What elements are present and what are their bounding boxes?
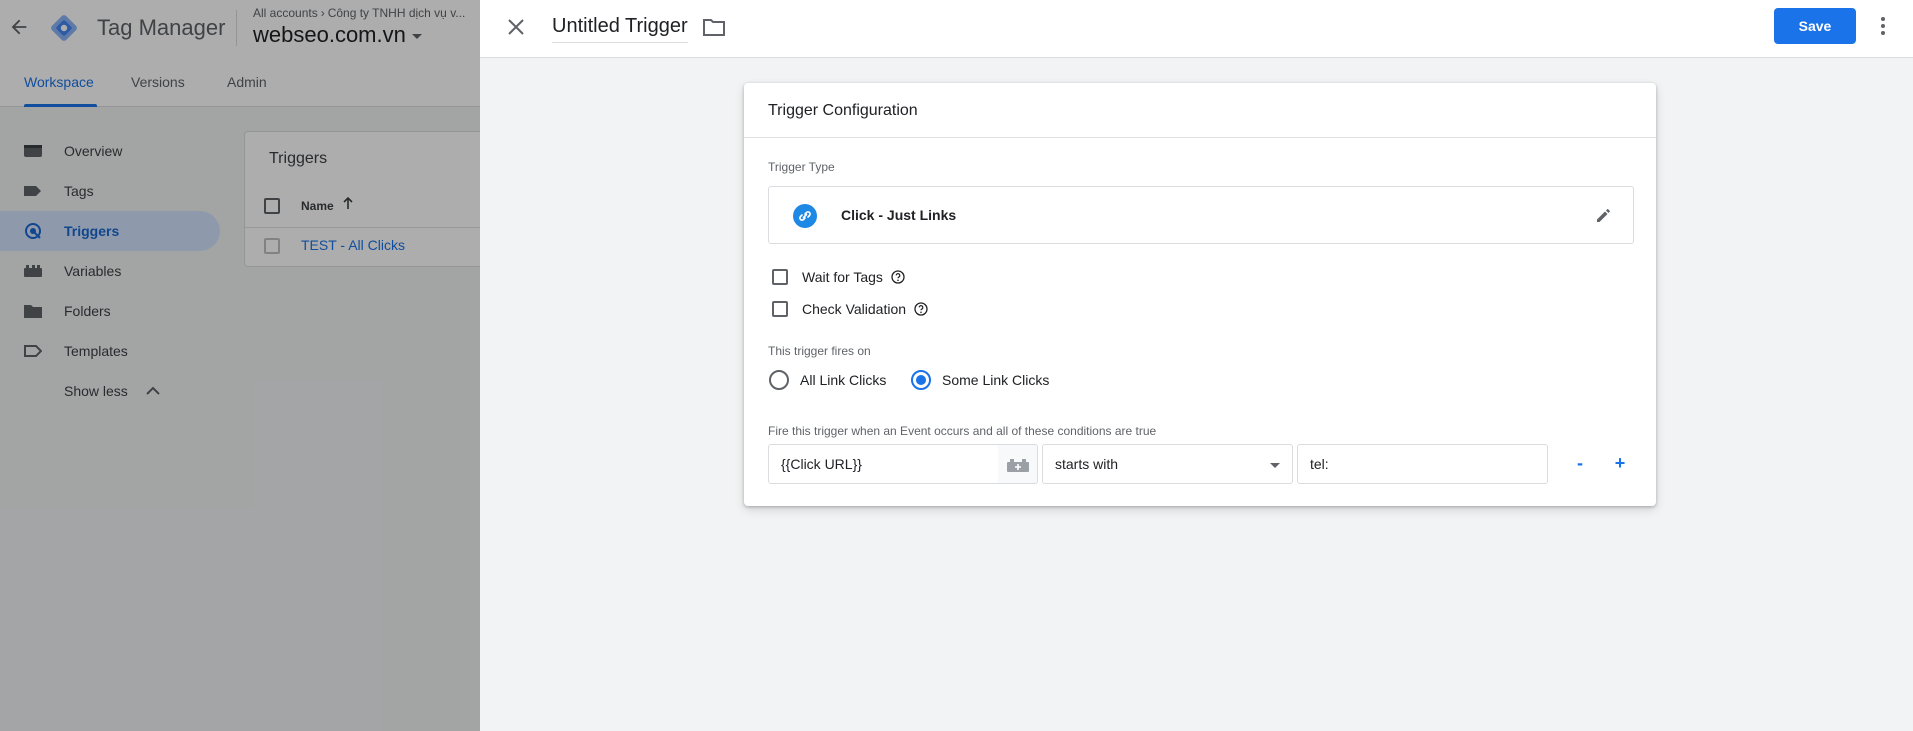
remove-condition-button[interactable]: - [1567, 450, 1593, 476]
sheet-header: Untitled Trigger Save [480, 0, 1913, 58]
trigger-configuration-card: Trigger Configuration Trigger Type Click… [744, 83, 1656, 506]
conditions-label: Fire this trigger when an Event occurs a… [768, 424, 1157, 438]
trigger-editor-sheet: Untitled Trigger Save Trigger Configurat… [480, 0, 1913, 731]
radio-all-link-clicks[interactable] [769, 370, 789, 390]
some-link-clicks-label[interactable]: Some Link Clicks [942, 372, 1049, 388]
help-icon[interactable] [914, 302, 928, 316]
check-validation-row: Check Validation [772, 301, 928, 317]
condition-value-input[interactable]: tel: [1297, 444, 1548, 484]
all-link-clicks-label[interactable]: All Link Clicks [800, 372, 886, 388]
trigger-name-field[interactable]: Untitled Trigger [552, 15, 688, 43]
save-button[interactable]: Save [1774, 8, 1856, 44]
variable-brick-icon [1007, 459, 1029, 472]
check-validation-checkbox[interactable] [772, 301, 788, 317]
folder-outline-icon[interactable] [703, 17, 725, 37]
wait-for-tags-checkbox[interactable] [772, 269, 788, 285]
check-validation-label: Check Validation [802, 301, 907, 317]
condition-variable-value: {{Click URL}} [781, 456, 862, 472]
condition-variable-select[interactable]: {{Click URL}} [768, 444, 999, 484]
more-vert-icon[interactable] [1877, 14, 1889, 38]
card-divider [744, 137, 1656, 138]
close-icon[interactable] [506, 17, 526, 37]
add-condition-button[interactable]: + [1607, 450, 1633, 476]
dropdown-caret-icon [1270, 463, 1280, 468]
trigger-type-label: Trigger Type [768, 160, 835, 174]
modal-scrim[interactable] [0, 0, 480, 731]
wait-for-tags-row: Wait for Tags [772, 269, 905, 285]
radio-some-link-clicks[interactable] [911, 370, 931, 390]
condition-operator-select[interactable]: starts with [1042, 444, 1293, 484]
card-title: Trigger Configuration [768, 102, 918, 119]
insert-variable-button[interactable] [998, 444, 1038, 484]
fires-on-label: This trigger fires on [768, 344, 871, 358]
trigger-type-selector[interactable]: Click - Just Links [768, 186, 1634, 244]
help-icon[interactable] [891, 270, 905, 284]
pencil-icon[interactable] [1594, 205, 1614, 225]
condition-value-text: tel: [1310, 456, 1329, 472]
wait-for-tags-label: Wait for Tags [802, 269, 883, 285]
link-icon [793, 204, 817, 228]
condition-operator-value: starts with [1055, 456, 1119, 472]
trigger-type-name: Click - Just Links [841, 207, 957, 223]
